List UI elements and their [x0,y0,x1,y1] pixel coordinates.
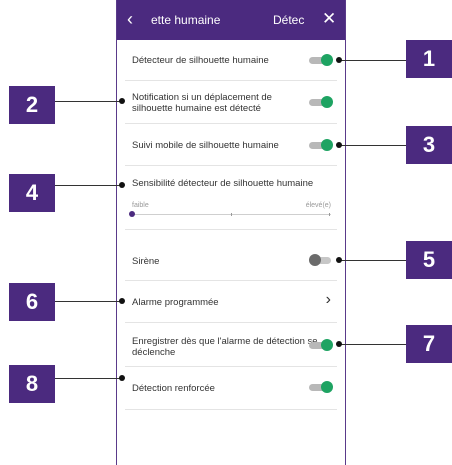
callout-badge-1: 1 [406,40,452,78]
detector-toggle[interactable] [309,54,333,66]
slider-min-label: faible [132,202,149,209]
callout-line [339,145,407,146]
callout-badge-4: 4 [9,174,55,212]
label-line: silhouette humaine est détecté [132,103,261,114]
callout-line [54,378,122,379]
callout-dot [336,257,342,263]
setting-label: Détecteur de silhouette humaine [132,55,269,66]
tracking-toggle[interactable] [309,139,333,151]
setting-row-detector: Détecteur de silhouette humaine [117,40,345,81]
setting-row-enhanced-detection: Détection renforcée [117,367,345,410]
siren-toggle[interactable] [309,254,333,266]
chevron-left-icon[interactable]: ‹ [127,9,133,30]
setting-label: Enregistrer dès que l'alarme de détectio… [132,336,318,358]
callout-dot [119,375,125,381]
callout-badge-7: 7 [406,325,452,363]
enhanced-detection-toggle[interactable] [309,381,333,393]
label-line: Notification si un déplacement de [132,92,272,103]
setting-row-notification: Notification si un déplacement de silhou… [117,81,345,124]
slider-max-label: élevé(e) [305,202,331,209]
label-line: Enregistrer dès que l'alarme de détectio… [132,336,318,347]
header-title-left: ette humaine [151,13,221,27]
callout-dot [336,142,342,148]
callout-dot [336,57,342,63]
callout-badge-6: 6 [9,283,55,321]
callout-line [339,260,407,261]
setting-label: Détection renforcée [132,383,215,394]
setting-label: Suivi mobile de silhouette humaine [132,140,279,151]
sensitivity-slider-handle[interactable] [129,211,135,217]
callout-dot [119,98,125,104]
notification-toggle[interactable] [309,96,333,108]
app-header: ‹ ette humaine Détec ✕ [117,0,345,40]
callout-badge-8: 8 [9,365,55,403]
setting-label: Alarme programmée [132,297,219,308]
setting-row-sensitivity: Sensibilité détecteur de silhouette huma… [117,166,345,230]
callout-dot [119,298,125,304]
slider-tick [231,213,232,216]
setting-row-tracking: Suivi mobile de silhouette humaine [117,124,345,166]
setting-row-siren: Sirène [117,230,345,281]
label-line: déclenche [132,347,176,358]
chevron-right-icon[interactable]: › [326,291,331,309]
setting-label: Sirène [132,256,160,267]
slider-tick [329,213,330,216]
header-title-right: Détec [273,13,305,27]
callout-dot [119,182,125,188]
setting-label: Notification si un déplacement de silhou… [132,92,272,114]
callout-line [54,301,122,302]
phone-screen: ‹ ette humaine Détec ✕ Détecteur de silh… [116,0,346,465]
callout-line [339,344,407,345]
callout-badge-5: 5 [406,241,452,279]
setting-label: Sensibilité détecteur de silhouette huma… [132,178,314,189]
setting-row-record-on-alarm: Enregistrer dès que l'alarme de détectio… [117,323,345,367]
close-icon[interactable]: ✕ [322,9,336,29]
setting-row-scheduled-alarm[interactable]: Alarme programmée › [117,281,345,323]
callout-line [339,60,407,61]
callout-badge-2: 2 [9,86,55,124]
record-on-alarm-toggle[interactable] [309,339,333,351]
callout-badge-3: 3 [406,126,452,164]
callout-line [54,101,122,102]
callout-line [54,185,122,186]
callout-dot [336,341,342,347]
